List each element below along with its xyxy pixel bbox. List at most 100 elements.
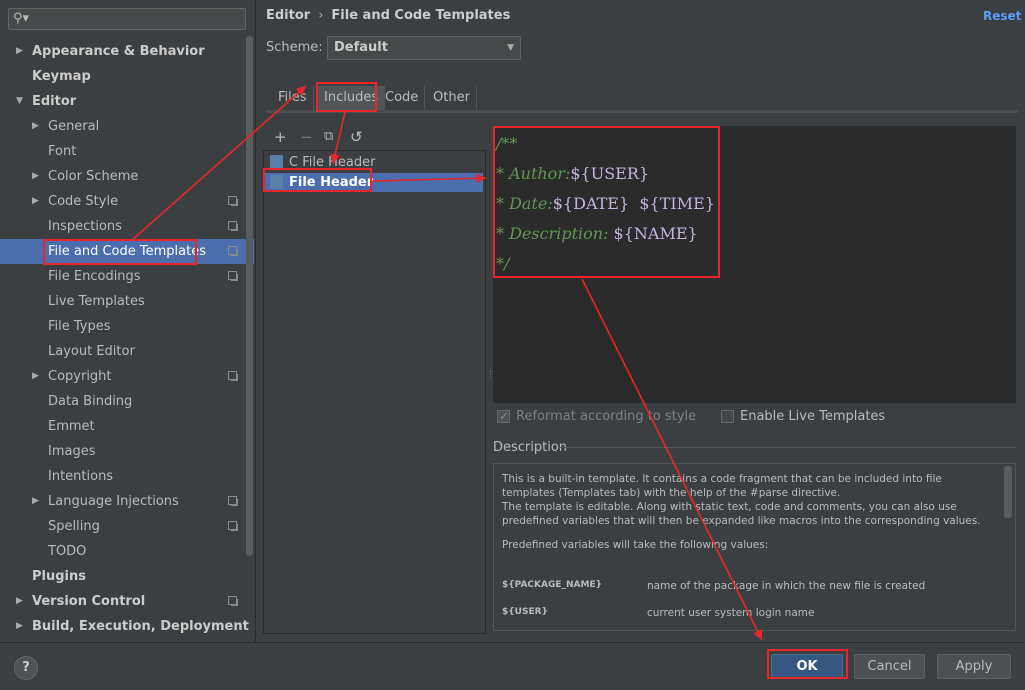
template-code-editor[interactable]: /** * Author:${USER} * Date:${DATE} ${TIME… — [493, 126, 1016, 403]
project-settings-icon — [228, 521, 238, 531]
ok-button[interactable]: OK — [771, 654, 843, 679]
sidebar-item-data-binding[interactable]: Data Binding — [0, 389, 254, 414]
tab-code[interactable]: Code — [379, 86, 426, 110]
sidebar-item-appearance-behavior[interactable]: ▶ Appearance & Behavior — [0, 39, 254, 64]
chevron-right-icon[interactable]: ▶ — [32, 364, 39, 389]
variable-name: ${PACKAGE_NAME} — [502, 580, 602, 590]
sidebar-scrollbar[interactable] — [246, 36, 253, 556]
code-variable — [629, 194, 639, 213]
template-list: C File Header File Header — [263, 150, 486, 634]
sidebar-item-code-style[interactable]: ▶ Code Style — [0, 189, 254, 214]
sidebar-item-label: Plugins — [32, 569, 86, 584]
sidebar-item-images[interactable]: Images — [0, 439, 254, 464]
search-icon: ⚲▾ — [13, 11, 30, 26]
code-line: * Description: ${NAME} — [496, 224, 698, 243]
sidebar-item-label: Intentions — [48, 469, 114, 484]
chevron-right-icon[interactable]: ▶ — [32, 114, 39, 139]
sidebar-item-editor[interactable]: ▼ Editor — [0, 89, 254, 114]
sidebar-item-inspections[interactable]: Inspections — [0, 214, 254, 239]
description-text: This is a built-in template. It contains… — [502, 472, 992, 562]
sidebar-item-font[interactable]: Font — [0, 139, 254, 164]
template-item-c-file-header[interactable]: C File Header — [265, 153, 483, 172]
chevron-right-icon[interactable]: ▶ — [16, 614, 23, 639]
breadcrumb-separator: › — [318, 8, 324, 23]
template-item-label: C File Header — [289, 155, 376, 170]
reformat-label: Reformat according to style — [516, 409, 697, 424]
reset-icon[interactable]: ↺ — [350, 128, 363, 146]
sidebar-item-language-injections[interactable]: ▶ Language Injections — [0, 489, 254, 514]
description-divider — [558, 447, 1016, 448]
sidebar-item-label: Data Binding — [48, 394, 133, 409]
description-panel: This is a built-in template. It contains… — [493, 463, 1016, 631]
chevron-right-icon[interactable]: ▶ — [16, 589, 23, 614]
apply-button[interactable]: Apply — [937, 654, 1011, 679]
sidebar-item-general[interactable]: ▶ General — [0, 114, 254, 139]
code-comment: /** — [496, 134, 518, 153]
sidebar-item-color-scheme[interactable]: ▶ Color Scheme — [0, 164, 254, 189]
sidebar-item-label: Build, Execution, Deployment — [32, 619, 249, 634]
sidebar-item-file-encodings[interactable]: File Encodings — [0, 264, 254, 289]
description-para-3: Predefined variables will take the follo… — [502, 539, 769, 551]
c-file-icon — [270, 155, 283, 169]
add-icon[interactable]: + — [274, 128, 287, 146]
template-list-toolbar: + − ⧉ ↺ — [266, 128, 483, 150]
sidebar-item-label: Spelling — [48, 519, 100, 534]
description-scrollbar[interactable] — [1004, 466, 1012, 518]
live-templates-checkbox-box[interactable] — [721, 410, 734, 423]
description-para-1: This is a built-in template. It contains… — [502, 473, 942, 499]
code-line: * Author:${USER} — [496, 164, 649, 183]
project-settings-icon — [228, 596, 238, 606]
chevron-right-icon[interactable]: ▶ — [16, 39, 23, 64]
sidebar-item-live-templates[interactable]: Live Templates — [0, 289, 254, 314]
sidebar-item-intentions[interactable]: Intentions — [0, 464, 254, 489]
sidebar-item-keymap[interactable]: Keymap — [0, 64, 254, 89]
sidebar-item-build-execution-deployment[interactable]: ▶ Build, Execution, Deployment — [0, 614, 254, 639]
scheme-dropdown[interactable]: Default ▼ — [327, 36, 521, 60]
remove-icon[interactable]: − — [300, 128, 313, 146]
project-settings-icon — [228, 371, 238, 381]
code-line: */ — [496, 254, 509, 273]
sidebar-item-label: Live Templates — [48, 294, 145, 309]
reformat-checkbox-box[interactable] — [497, 408, 510, 424]
breadcrumb-parent: Editor — [266, 8, 311, 23]
sidebar-item-copyright[interactable]: ▶ Copyright — [0, 364, 254, 389]
code-line: * Date:${DATE} ${TIME} — [496, 194, 715, 213]
copy-icon[interactable]: ⧉ — [324, 129, 333, 144]
page-title: File and Code Templates — [331, 8, 511, 23]
sidebar-item-label: Code Style — [48, 194, 119, 209]
variable-row: ${PACKAGE_NAME} name of the package in wh… — [502, 580, 1002, 594]
sidebar-item-label: Language Injections — [48, 494, 179, 509]
chevron-right-icon[interactable]: ▶ — [32, 189, 39, 214]
tab-other[interactable]: Other — [427, 86, 477, 110]
code-comment: */ — [496, 254, 510, 273]
settings-search-input[interactable]: ⚲▾ — [8, 8, 246, 30]
chevron-right-icon[interactable]: ▶ — [32, 164, 39, 189]
sidebar-item-spelling[interactable]: Spelling — [0, 514, 254, 539]
live-templates-label: Enable Live Templates — [740, 409, 886, 424]
sidebar-item-layout-editor[interactable]: Layout Editor — [0, 339, 254, 364]
project-settings-icon — [228, 196, 238, 206]
sidebar-item-file-types[interactable]: File Types — [0, 314, 254, 339]
sidebar-item-plugins[interactable]: Plugins — [0, 564, 254, 589]
help-button[interactable]: ? — [14, 656, 38, 680]
sidebar-item-label: Inspections — [48, 219, 122, 234]
template-item-file-header[interactable]: File Header — [265, 173, 483, 192]
sidebar-item-label: Images — [48, 444, 96, 459]
chevron-right-icon[interactable]: ▶ — [32, 489, 39, 514]
variable-description: current user system login name — [647, 607, 815, 619]
chevron-down-icon[interactable]: ▼ — [16, 89, 23, 114]
sidebar-item-version-control[interactable]: ▶ Version Control — [0, 589, 254, 614]
sidebar-item-emmet[interactable]: Emmet — [0, 414, 254, 439]
sidebar-item-file-and-code-templates[interactable]: File and Code Templates — [0, 239, 254, 264]
sidebar-item-label: Emmet — [48, 419, 95, 434]
sidebar-item-label: Color Scheme — [48, 169, 139, 184]
code-variable: ${NAME} — [613, 224, 698, 243]
variable-row: ${USER} current user system login name — [502, 607, 1002, 621]
sidebar-item-todo[interactable]: TODO — [0, 539, 254, 564]
scheme-value: Default — [334, 40, 388, 55]
sidebar-item-label: Layout Editor — [48, 344, 135, 359]
cancel-button[interactable]: Cancel — [854, 654, 925, 679]
tab-files[interactable]: Files — [272, 86, 314, 110]
tab-includes[interactable]: Includes — [318, 86, 386, 110]
reset-link[interactable]: Reset — [983, 9, 1021, 23]
